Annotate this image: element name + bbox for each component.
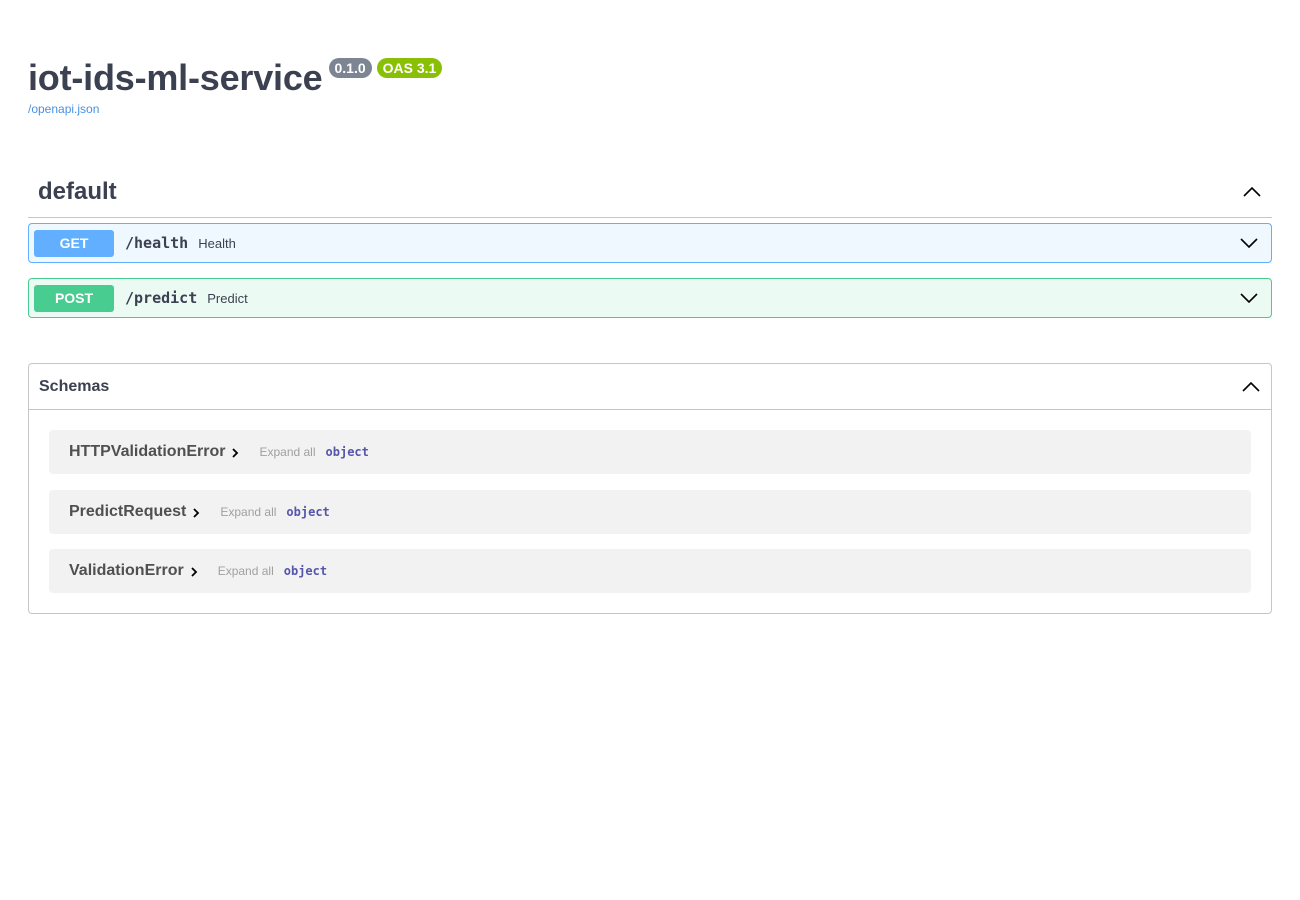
api-info: iot-ids-ml-service 0.1.0 OAS 3.1 /openap… xyxy=(28,52,443,116)
schemas-section: Schemas HTTPValidationError Expand all o… xyxy=(28,363,1272,614)
operation-summary: Health xyxy=(198,235,236,251)
swagger-ui-page: iot-ids-ml-service 0.1.0 OAS 3.1 /openap… xyxy=(0,0,1300,900)
model-predictrequest[interactable]: PredictRequest Expand all object xyxy=(49,490,1251,534)
openapi-json-link[interactable]: /openapi.json xyxy=(28,102,442,116)
operation-summary: Predict xyxy=(207,290,248,306)
title-row: iot-ids-ml-service 0.1.0 OAS 3.1 xyxy=(28,52,443,104)
tag-name: default xyxy=(38,177,117,205)
method-badge-get: GET xyxy=(34,229,114,257)
operation-path: /predict xyxy=(125,289,198,307)
operation-post-predict[interactable]: POST /predict Predict xyxy=(28,278,1272,318)
schemas-header[interactable]: Schemas xyxy=(29,364,1271,410)
model-name: ValidationError xyxy=(69,562,184,579)
expand-all-button[interactable]: Expand all xyxy=(220,505,276,519)
version-badge: 0.1.0 xyxy=(328,58,372,78)
model-name: HTTPValidationError xyxy=(69,443,226,460)
api-title: iot-ids-ml-service xyxy=(28,57,323,98)
method-badge-post: POST xyxy=(34,284,114,312)
chevron-up-icon[interactable] xyxy=(1242,182,1262,202)
chevron-down-icon[interactable] xyxy=(1239,233,1259,253)
model-validationerror[interactable]: ValidationError Expand all object xyxy=(49,549,1251,593)
chevron-right-icon[interactable] xyxy=(188,566,200,578)
tag-section-default: default GET /health Health POST /predict… xyxy=(28,166,1272,318)
tag-header-default[interactable]: default xyxy=(28,166,1272,218)
expand-all-button[interactable]: Expand all xyxy=(259,445,315,459)
model-httpvalidationerror[interactable]: HTTPValidationError Expand all object xyxy=(49,430,1251,474)
chevron-right-icon[interactable] xyxy=(190,507,202,519)
oas-badge: OAS 3.1 xyxy=(376,58,443,78)
chevron-right-icon[interactable] xyxy=(229,447,241,459)
schemas-list: HTTPValidationError Expand all object Pr… xyxy=(29,410,1271,613)
schemas-title: Schemas xyxy=(39,377,110,395)
operation-path: /health xyxy=(125,234,189,252)
chevron-up-icon[interactable] xyxy=(1241,377,1261,397)
model-type: object xyxy=(283,564,328,578)
model-name: PredictRequest xyxy=(69,503,187,520)
expand-all-button[interactable]: Expand all xyxy=(218,564,274,578)
chevron-down-icon[interactable] xyxy=(1239,288,1259,308)
model-type: object xyxy=(286,505,330,519)
operation-get-health[interactable]: GET /health Health xyxy=(28,223,1272,263)
model-type: object xyxy=(325,445,369,459)
